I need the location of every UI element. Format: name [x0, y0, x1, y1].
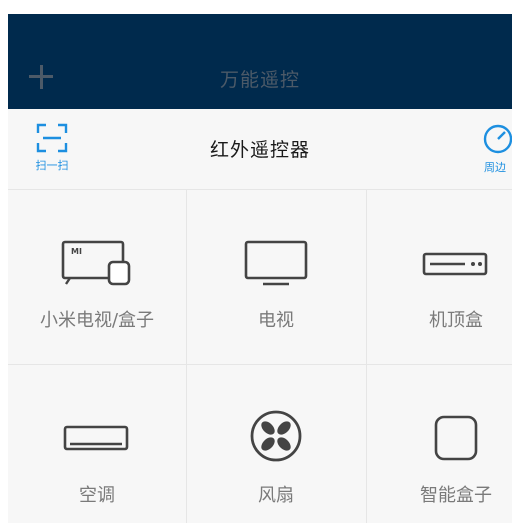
page-title: 红外遥控器 [209, 139, 310, 161]
air-conditioner-icon [63, 425, 129, 451]
device-air-conditioner[interactable]: 空调 [8, 365, 186, 523]
device-mi-tv-box[interactable]: MI 小米电视/盒子 [8, 190, 186, 364]
device-label: 机顶盒 [429, 310, 483, 331]
device-label: 小米电视/盒子 [39, 310, 155, 331]
mi-tv-box-icon: MI [61, 240, 131, 286]
sub-header: 扫一扫 红外遥控器 周边 [8, 109, 512, 190]
app-screen: 万能遥控 扫一扫 红外遥控器 周边 MI 小米电视/盒子 电视 机顶盒 空调 风… [8, 14, 512, 523]
tv-icon [244, 240, 308, 286]
grid-divider [366, 190, 367, 523]
svg-text:MI: MI [71, 247, 82, 256]
nearby-button[interactable]: 周边 [480, 123, 512, 175]
device-fan[interactable]: 风扇 [187, 365, 365, 523]
grid-divider [186, 190, 187, 523]
device-tv[interactable]: 电视 [187, 190, 365, 364]
device-label: 风扇 [258, 485, 294, 506]
gauge-icon [483, 124, 512, 154]
top-bar: 万能遥控 [8, 14, 512, 109]
device-set-top-box[interactable]: 机顶盒 [367, 190, 512, 364]
fan-icon [250, 410, 302, 462]
set-top-box-icon [422, 252, 488, 276]
device-label: 智能盒子 [420, 485, 492, 506]
nearby-label: 周边 [484, 161, 506, 174]
grid-divider [8, 364, 512, 365]
device-label: 电视 [258, 310, 294, 331]
device-label: 空调 [79, 485, 115, 506]
device-smart-box[interactable]: 智能盒子 [367, 365, 512, 523]
smart-box-icon [434, 415, 478, 461]
app-title: 万能遥控 [219, 69, 300, 91]
